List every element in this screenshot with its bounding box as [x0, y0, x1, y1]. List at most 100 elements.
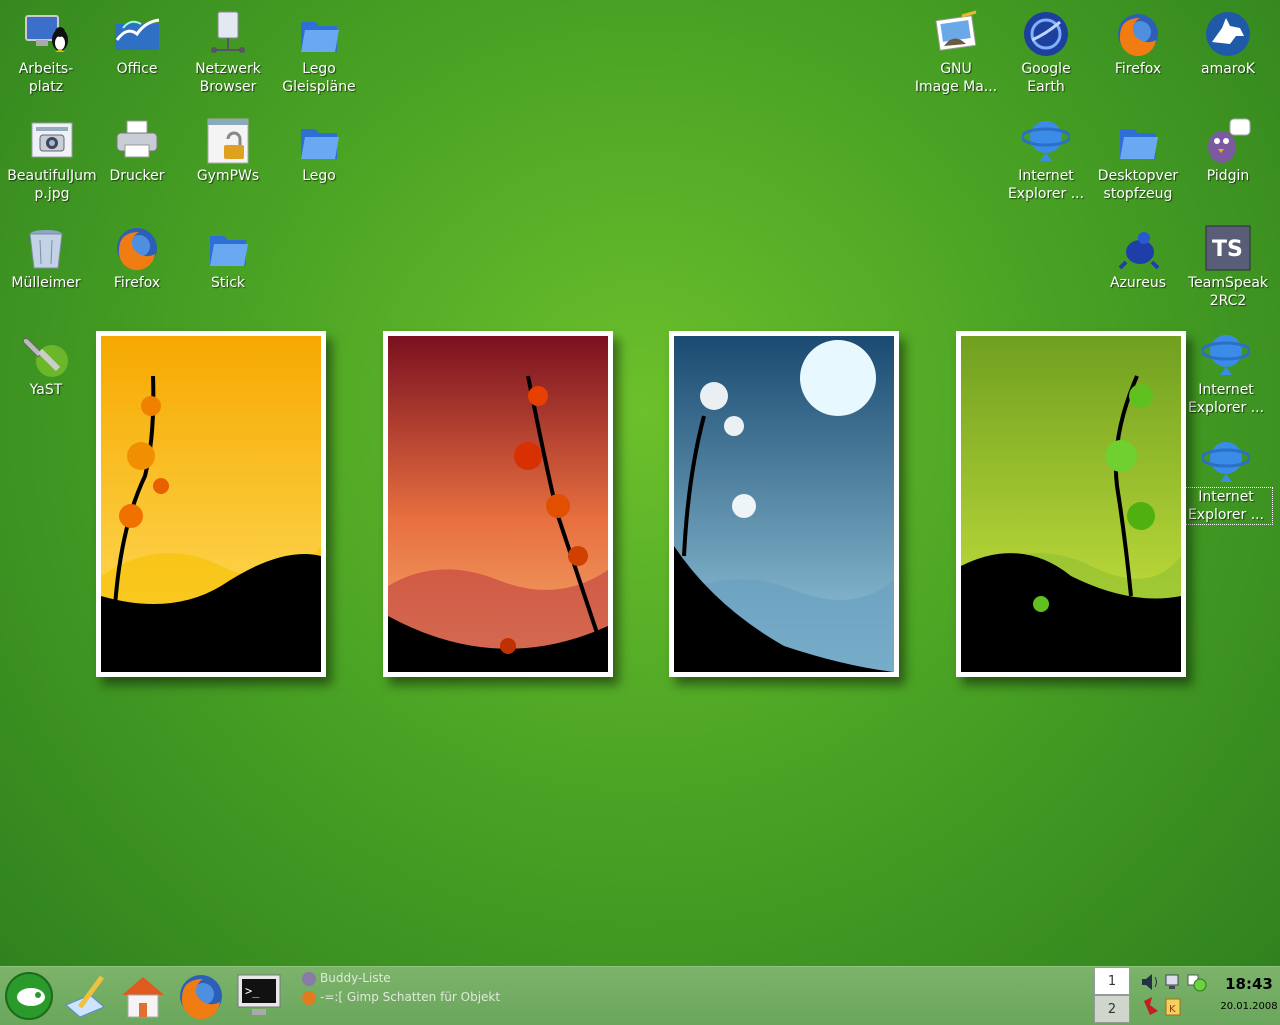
- wallpaper-frame-autumn-red: [383, 331, 613, 677]
- icon-label: YaST: [29, 382, 63, 398]
- icon-label: Google Earth: [1021, 61, 1071, 95]
- desktop-icon-firefox-right[interactable]: Firefox: [1092, 0, 1184, 78]
- terminal-launcher[interactable]: >_: [234, 971, 284, 1021]
- icon-label: Azureus: [1109, 275, 1167, 291]
- internet-explorer-icon: [1020, 117, 1072, 165]
- desktop: Arbeits- platz Office Netzwerk Browser L…: [0, 0, 1280, 966]
- wallpaper-image: [674, 336, 894, 672]
- notification-icon[interactable]: [1187, 974, 1207, 992]
- desktop-icon-gympws[interactable]: GymPWs: [182, 107, 274, 185]
- speaker-icon[interactable]: [1142, 974, 1157, 990]
- icon-label: Stick: [210, 275, 246, 291]
- firefox-icon: [1114, 10, 1162, 58]
- desktop-icon-google-earth[interactable]: Google Earth: [1000, 0, 1092, 96]
- icon-label: Arbeits- platz: [18, 61, 74, 95]
- clock[interactable]: 18:43 20.01.2008: [1218, 975, 1280, 1012]
- pidgin-icon: [302, 971, 316, 986]
- folder-icon: [295, 117, 343, 165]
- icon-label: Lego Gleispläne: [282, 61, 356, 95]
- desktop-icon-firefox[interactable]: Firefox: [91, 214, 183, 292]
- google-earth-icon: [1022, 10, 1070, 58]
- internet-explorer-icon: [1200, 438, 1252, 486]
- icon-label: Internet Explorer ...: [1007, 168, 1085, 202]
- internet-explorer-icon: [1200, 331, 1252, 379]
- klipper-icon[interactable]: [1144, 997, 1158, 1015]
- kwrite-launcher[interactable]: [60, 971, 110, 1021]
- home-icon: [122, 977, 164, 1018]
- pager-desktop-2[interactable]: 2: [1094, 995, 1130, 1023]
- wallpaper-frame-winter-blue: [669, 331, 899, 677]
- desktop-icon-teamspeak[interactable]: TS TeamSpeak 2RC2: [1182, 214, 1274, 310]
- desktop-icon-gimp[interactable]: GNU Image Ma...: [910, 0, 1002, 96]
- icon-label: Desktopver stopfzeug: [1097, 168, 1179, 202]
- icon-label: Pidgin: [1206, 168, 1250, 184]
- desktop-icon-internet-explorer-3[interactable]: Internet Explorer ...: [1179, 428, 1273, 525]
- firefox-icon: [180, 975, 222, 1020]
- icon-label: Lego: [302, 168, 336, 184]
- desktop-icon-azureus[interactable]: Azureus: [1092, 214, 1184, 292]
- icon-label: Firefox: [1114, 61, 1162, 77]
- network-icon: [204, 10, 252, 58]
- icon-label: BeautifulJum p.jpg: [7, 168, 97, 202]
- computer-icon: [22, 10, 70, 58]
- desktop-icon-desktopverstopfzeug[interactable]: Desktopver stopfzeug: [1092, 107, 1184, 203]
- system-tray: K: [1136, 971, 1216, 1021]
- task-list: Buddy-Liste -=:[ Gimp Schatten für Objek…: [302, 969, 522, 1019]
- suse-menu-button[interactable]: [4, 971, 54, 1021]
- desktop-icon-drucker[interactable]: Drucker: [91, 107, 183, 185]
- icon-label: Netzwerk Browser: [195, 61, 261, 95]
- suse-chameleon-icon: [5, 972, 53, 1020]
- icon-label: Office: [116, 61, 158, 77]
- firefox-icon: [113, 224, 161, 272]
- clock-date: 20.01.2008: [1220, 1001, 1278, 1012]
- desktop-icon-lego-gleisplaene[interactable]: Lego Gleispläne: [273, 0, 365, 96]
- folder-icon: [295, 10, 343, 58]
- home-launcher[interactable]: [118, 971, 168, 1021]
- printer-icon: [113, 117, 161, 165]
- svg-text:K: K: [1169, 1004, 1176, 1015]
- desktop-icon-pidgin[interactable]: Pidgin: [1182, 107, 1274, 185]
- desktop-pager: 1 2: [1094, 967, 1130, 1025]
- firefox-icon: [302, 990, 316, 1005]
- desktop-icon-office[interactable]: Office: [91, 0, 183, 78]
- korganizer-icon[interactable]: K: [1165, 998, 1181, 1016]
- desktop-icon-muelleimer[interactable]: Mülleimer: [0, 214, 92, 292]
- teamspeak-icon: TS: [1204, 224, 1252, 272]
- desktop-icon-yast[interactable]: YaST: [0, 321, 92, 399]
- folder-icon: [204, 224, 252, 272]
- terminal-icon: >_: [237, 974, 281, 1015]
- desktop-icon-internet-explorer-2[interactable]: Internet Explorer ...: [1180, 321, 1272, 417]
- wallpaper-image: [961, 336, 1181, 672]
- desktop-icon-lego[interactable]: Lego: [273, 107, 365, 185]
- icon-label: GymPWs: [196, 168, 260, 184]
- desktop-icon-amarok[interactable]: amaroK: [1182, 0, 1274, 78]
- task-buddy-list[interactable]: Buddy-Liste: [302, 969, 522, 988]
- folder-icon: [1114, 117, 1162, 165]
- desktop-icon-internet-explorer-1[interactable]: Internet Explorer ...: [1000, 107, 1092, 203]
- desktop-icon-arbeitsplatz[interactable]: Arbeits- platz: [0, 0, 92, 96]
- icon-label: GNU Image Ma...: [914, 61, 998, 95]
- icon-label: TeamSpeak 2RC2: [1187, 275, 1269, 309]
- pidgin-icon: [1204, 117, 1252, 165]
- svg-text:TS: TS: [1212, 237, 1243, 262]
- icon-label: Firefox: [113, 275, 161, 291]
- icon-label: Drucker: [109, 168, 165, 184]
- network-monitor-icon[interactable]: [1165, 974, 1179, 989]
- clock-time: 18:43: [1225, 975, 1273, 993]
- desktop-icon-beautifuljump[interactable]: BeautifulJum p.jpg: [6, 107, 98, 203]
- pager-desktop-1[interactable]: 1: [1094, 967, 1130, 995]
- wallpaper-image: [388, 336, 608, 672]
- wallpaper-frame-autumn-yellow: [96, 331, 326, 677]
- icon-label: Internet Explorer ...: [1187, 382, 1265, 416]
- gimp-icon: [932, 10, 980, 58]
- firefox-launcher[interactable]: [176, 971, 226, 1021]
- task-firefox-gimp[interactable]: -=:[ Gimp Schatten für Objekt: [302, 988, 522, 1007]
- icon-label: amaroK: [1201, 61, 1255, 77]
- azureus-frog-icon: [1114, 224, 1162, 272]
- desktop-icon-stick[interactable]: Stick: [182, 214, 274, 292]
- task-label: Buddy-Liste: [320, 971, 391, 985]
- icon-label: Mülleimer: [11, 275, 81, 291]
- trash-icon: [22, 224, 70, 272]
- image-file-icon: [28, 117, 76, 165]
- desktop-icon-netzwerk-browser[interactable]: Netzwerk Browser: [182, 0, 274, 96]
